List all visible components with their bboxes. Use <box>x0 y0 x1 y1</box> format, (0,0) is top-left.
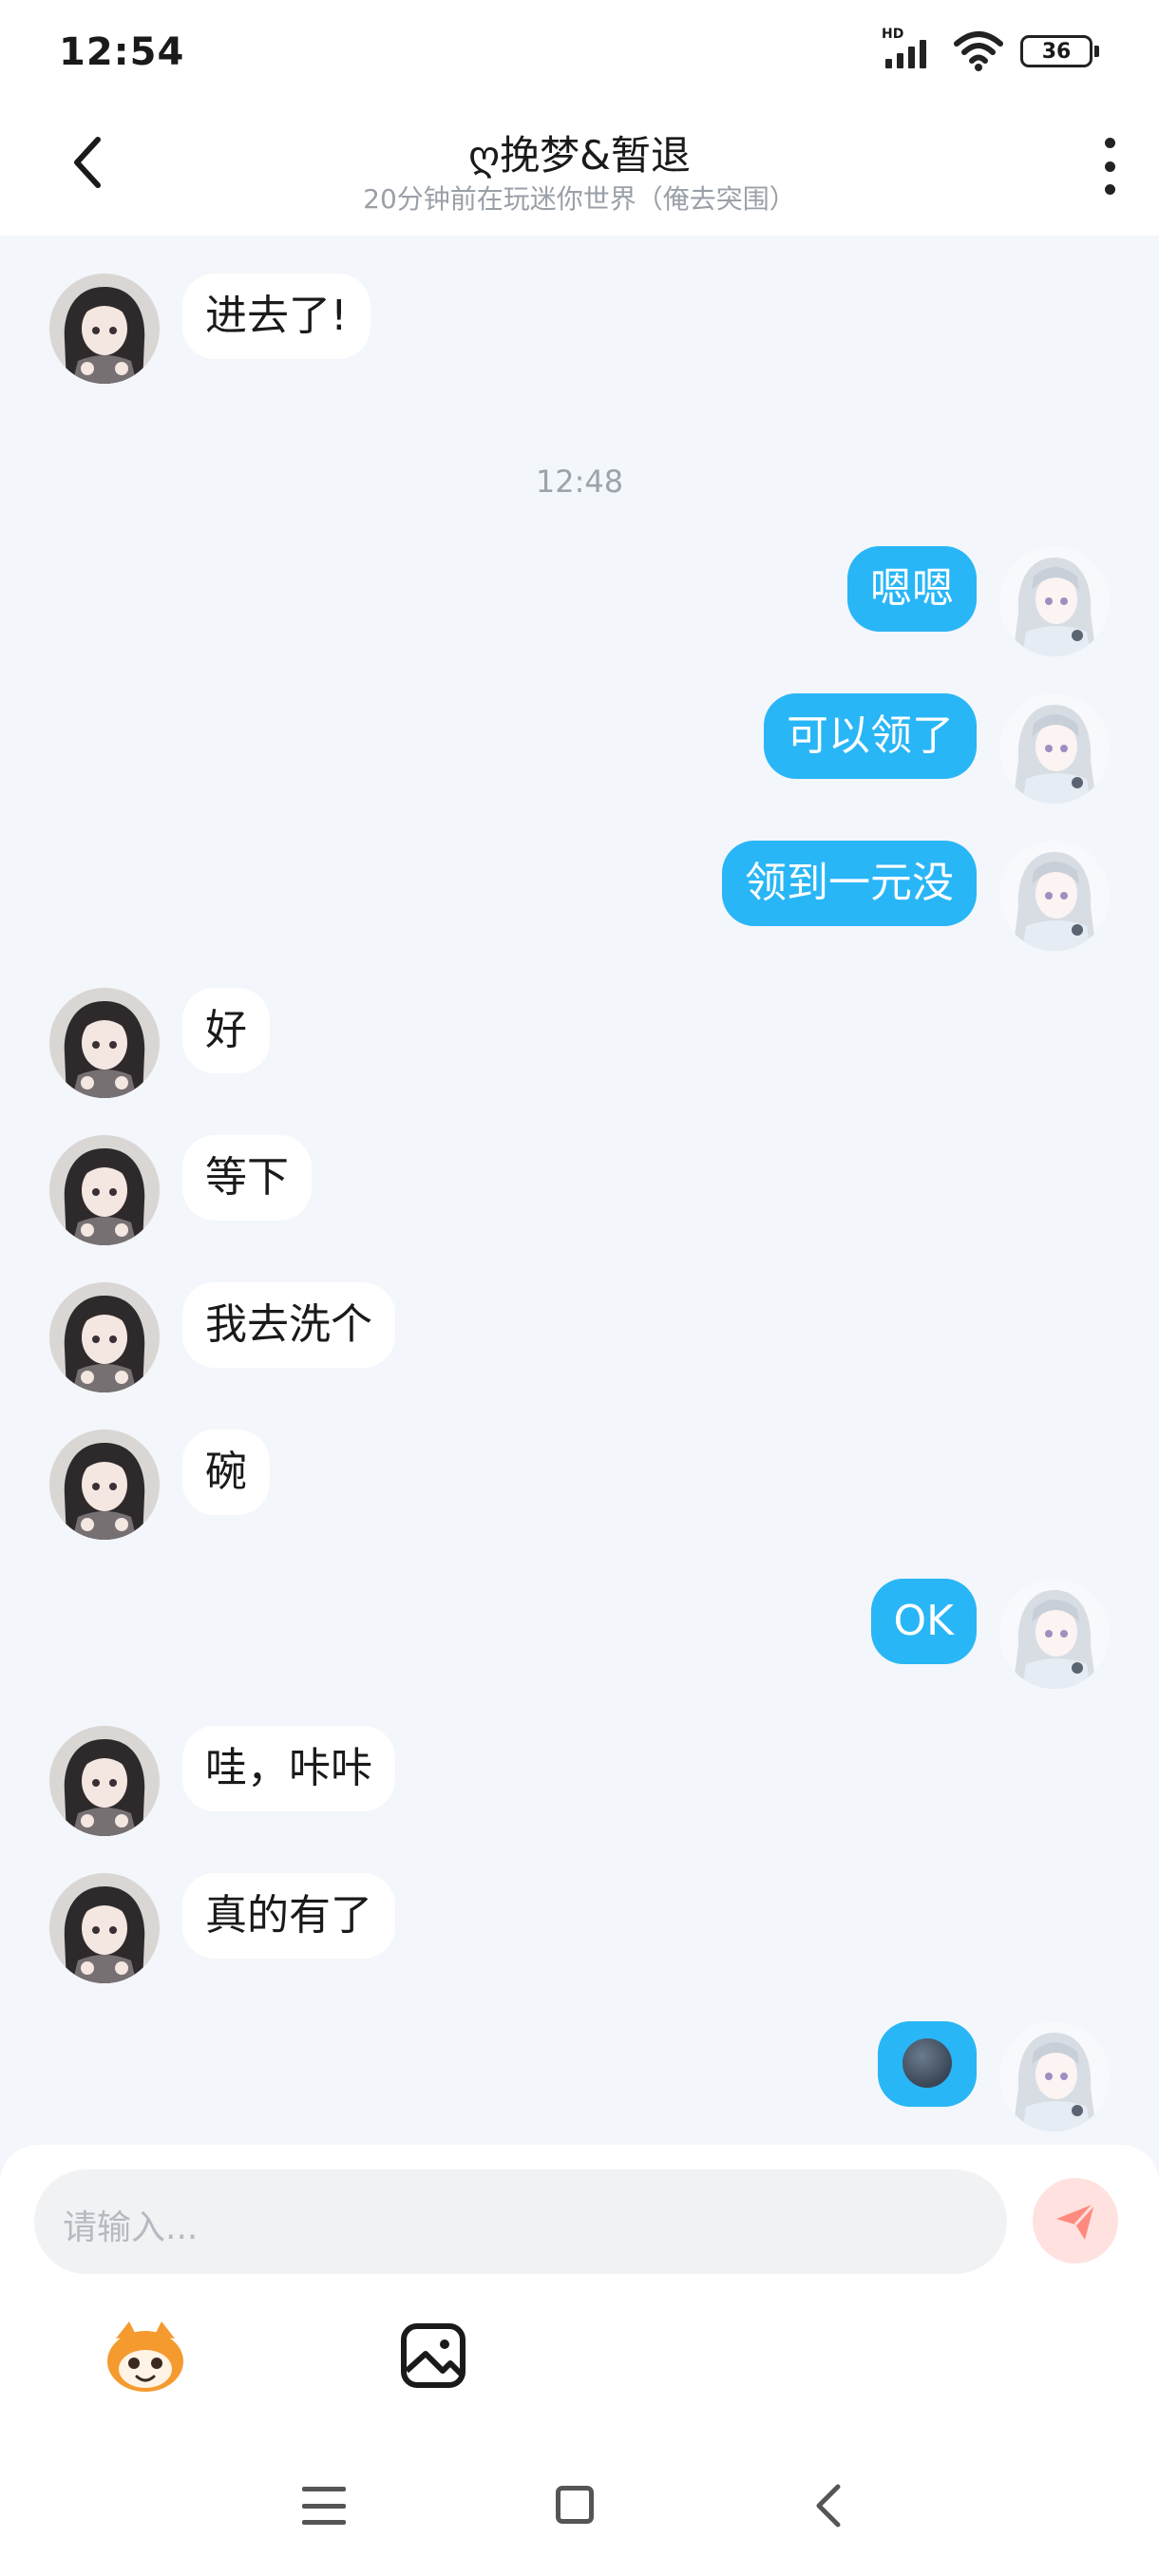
contact-avatar[interactable] <box>49 1430 160 1540</box>
message-bubble-received[interactable]: 等下 <box>182 1135 312 1221</box>
my-avatar[interactable] <box>999 841 1110 951</box>
message-bubble-sent[interactable]: 嗯嗯 <box>847 546 977 632</box>
image-picker-icon[interactable] <box>399 2321 467 2390</box>
chat-title: ღ挽梦&暂退 <box>468 132 691 179</box>
my-avatar[interactable] <box>999 546 1110 656</box>
send-icon <box>1056 2202 1096 2240</box>
message-bubble-sent[interactable]: 领到一元没 <box>722 841 977 926</box>
message-bubble-received[interactable]: 碗 <box>182 1430 270 1515</box>
message-bubble-sent[interactable] <box>878 2021 977 2107</box>
message-bubble-sent[interactable]: OK <box>870 1579 977 1664</box>
battery-icon: 36 <box>1020 35 1099 67</box>
battery-level: 36 <box>1041 39 1072 64</box>
status-icons: HD 36 <box>882 27 1099 74</box>
contact-avatar[interactable] <box>49 1282 160 1392</box>
chat-subtitle: 20分钟前在玩迷你世界（俺去突围） <box>363 183 796 215</box>
contact-avatar[interactable] <box>49 274 160 384</box>
moon-emoji-icon <box>902 2038 952 2088</box>
contact-avatar[interactable] <box>49 1873 160 1983</box>
nav-menu-button[interactable] <box>302 2487 346 2525</box>
message-bubble-received[interactable]: 好 <box>182 988 270 1073</box>
more-vertical-icon <box>1104 138 1115 148</box>
my-avatar[interactable] <box>999 2021 1110 2131</box>
nav-home-button[interactable] <box>556 2486 594 2524</box>
status-time: 12:54 <box>59 30 185 74</box>
more-options-button[interactable] <box>1098 138 1121 195</box>
message-bubble-received[interactable]: 我去洗个 <box>182 1282 395 1368</box>
send-button[interactable] <box>1033 2178 1118 2263</box>
contact-avatar[interactable] <box>49 1135 160 1245</box>
wifi-icon <box>954 31 1003 71</box>
contact-avatar[interactable] <box>49 1726 160 1836</box>
message-bubble-received[interactable]: 真的有了 <box>182 1873 395 1959</box>
my-avatar[interactable] <box>999 1579 1110 1689</box>
message-bubble-received[interactable]: 哇，咔咔 <box>182 1726 395 1811</box>
contact-avatar[interactable] <box>49 988 160 1098</box>
my-avatar[interactable] <box>999 693 1110 804</box>
mascot-emoji-button[interactable] <box>103 2318 188 2394</box>
nav-back-button[interactable] <box>809 2482 847 2529</box>
message-timestamp: 12:48 <box>535 464 624 500</box>
signal-icon: HD <box>882 27 937 74</box>
message-bubble-received[interactable]: 进去了! <box>182 274 370 359</box>
message-bubble-sent[interactable]: 可以领了 <box>764 693 977 779</box>
message-input-placeholder: 请输入... <box>63 2208 199 2247</box>
